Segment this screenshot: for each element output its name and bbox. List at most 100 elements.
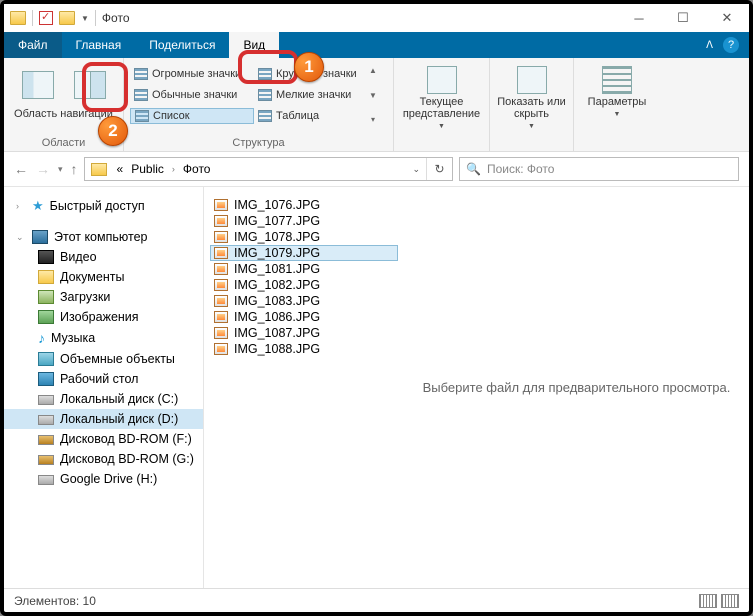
tree-desktop[interactable]: Рабочий стол xyxy=(4,369,203,389)
file-name: IMG_1076.JPG xyxy=(234,198,320,212)
help-icon[interactable]: ? xyxy=(723,37,739,53)
layout-icon xyxy=(258,110,272,122)
tree-music[interactable]: ♪Музыка xyxy=(4,327,203,349)
file-item[interactable]: IMG_1081.JPG xyxy=(210,261,398,277)
tab-share[interactable]: Поделиться xyxy=(135,32,229,58)
layout-list[interactable]: Список xyxy=(130,108,254,124)
separator xyxy=(32,10,33,26)
nav-up-button[interactable]: ↑ xyxy=(71,161,78,177)
image-file-icon xyxy=(214,343,228,355)
view-details-button[interactable] xyxy=(699,594,717,608)
tree-pictures[interactable]: Изображения xyxy=(4,307,203,327)
tree-downloads[interactable]: Загрузки xyxy=(4,287,203,307)
tree-documents[interactable]: Документы xyxy=(4,267,203,287)
file-name: IMG_1088.JPG xyxy=(234,342,320,356)
tree-drive-c[interactable]: Локальный диск (C:) xyxy=(4,389,203,409)
chevron-right-icon[interactable]: › xyxy=(168,164,179,174)
annotation-badge-1: 1 xyxy=(294,52,324,82)
preview-pane-button[interactable] xyxy=(66,64,114,106)
disc-icon xyxy=(38,455,54,465)
file-list[interactable]: IMG_1076.JPGIMG_1077.JPGIMG_1078.JPGIMG_… xyxy=(204,187,404,588)
file-item[interactable]: IMG_1082.JPG xyxy=(210,277,398,293)
tree-3dobjects[interactable]: Объемные объекты xyxy=(4,349,203,369)
preview-empty-text: Выберите файл для предварительного просм… xyxy=(423,380,731,395)
tree-gdrive[interactable]: Google Drive (H:) xyxy=(4,469,203,489)
tree-drive-d[interactable]: Локальный диск (D:) xyxy=(4,409,203,429)
file-name: IMG_1077.JPG xyxy=(234,214,320,228)
search-input[interactable]: 🔍 Поиск: Фото xyxy=(459,157,739,181)
tab-home[interactable]: Главная xyxy=(62,32,136,58)
image-file-icon xyxy=(214,295,228,307)
current-view-icon xyxy=(427,66,457,94)
tree-bd-g[interactable]: Дисковод BD-ROM (G:) xyxy=(4,449,203,469)
file-name: IMG_1083.JPG xyxy=(234,294,320,308)
image-file-icon xyxy=(214,263,228,275)
file-name: IMG_1078.JPG xyxy=(234,230,320,244)
qat-dropdown-icon[interactable]: ▼ xyxy=(81,14,89,23)
file-name: IMG_1087.JPG xyxy=(234,326,320,340)
preview-pane: Выберите файл для предварительного просм… xyxy=(404,187,749,588)
file-item[interactable]: IMG_1083.JPG xyxy=(210,293,398,309)
layout-medium[interactable]: Обычные значки xyxy=(130,88,254,102)
file-item[interactable]: IMG_1077.JPG xyxy=(210,213,398,229)
address-bar-row: ← → ▾ ↑ « Public › Фото ⌄ ↻ 🔍 Поиск: Фот… xyxy=(4,152,749,186)
tree-quickaccess[interactable]: ›★Быстрый доступ xyxy=(4,195,203,217)
breadcrumb-item[interactable]: Фото xyxy=(179,162,215,176)
file-item[interactable]: IMG_1076.JPG xyxy=(210,197,398,213)
minimize-button[interactable]: ─ xyxy=(617,4,661,32)
file-item[interactable]: IMG_1088.JPG xyxy=(210,341,398,357)
nav-tree[interactable]: ›★Быстрый доступ ⌄Этот компьютер Видео Д… xyxy=(4,187,204,588)
layout-icon xyxy=(135,110,149,122)
close-button[interactable]: ✕ xyxy=(705,4,749,32)
image-file-icon xyxy=(214,327,228,339)
dropdown-icon: ▼ xyxy=(614,111,621,118)
dropdown-icon: ▼ xyxy=(528,123,535,130)
nav-back-button[interactable]: ← xyxy=(14,161,28,177)
address-dropdown-icon[interactable]: ⌄ xyxy=(406,164,426,175)
annotation-badge-2: 2 xyxy=(98,116,128,146)
nav-forward-button[interactable]: → xyxy=(36,161,50,177)
qat-newfolder-icon[interactable] xyxy=(59,11,75,25)
layout-scrollbar[interactable]: ▲▼▾ xyxy=(366,66,380,124)
folder-icon xyxy=(38,270,54,284)
tree-thispc[interactable]: ⌄Этот компьютер xyxy=(4,227,203,247)
dropdown-icon: ▼ xyxy=(438,123,445,130)
refresh-button[interactable]: ↻ xyxy=(426,158,452,180)
view-thumbnails-button[interactable] xyxy=(721,594,739,608)
maximize-button[interactable]: ☐ xyxy=(661,4,705,32)
collapse-ribbon-icon[interactable]: ᐱ xyxy=(706,40,713,51)
file-item[interactable]: IMG_1079.JPG xyxy=(210,245,398,261)
tab-file[interactable]: Файл xyxy=(4,32,62,58)
layout-icon xyxy=(134,89,148,101)
file-item[interactable]: IMG_1086.JPG xyxy=(210,309,398,325)
layout-icon xyxy=(258,68,272,80)
current-view-button[interactable]: Текущее представление ▼ xyxy=(405,62,479,130)
navigation-pane-button[interactable] xyxy=(14,64,62,106)
breadcrumb-item[interactable]: Public xyxy=(127,162,168,176)
pictures-icon xyxy=(38,310,54,324)
breadcrumb-prefix: « xyxy=(113,162,128,176)
star-icon: ★ xyxy=(32,198,44,214)
group-label-panes: Области xyxy=(42,135,86,151)
layout-icon xyxy=(258,89,272,101)
show-hide-button[interactable]: Показать или скрыть ▼ xyxy=(495,62,569,130)
tree-bd-f[interactable]: Дисковод BD-ROM (F:) xyxy=(4,429,203,449)
layout-small[interactable]: Мелкие значки xyxy=(254,88,366,102)
main-area: ›★Быстрый доступ ⌄Этот компьютер Видео Д… xyxy=(4,186,749,588)
nav-recent-dropdown[interactable]: ▾ xyxy=(58,164,63,175)
image-file-icon xyxy=(214,311,228,323)
folder-icon xyxy=(91,163,107,176)
qat-properties-icon[interactable] xyxy=(39,11,53,25)
tab-view[interactable]: Вид xyxy=(229,32,279,58)
navigation-pane-icon xyxy=(22,71,54,99)
file-name: IMG_1081.JPG xyxy=(234,262,320,276)
layout-details[interactable]: Таблица xyxy=(254,109,366,123)
options-button[interactable]: Параметры ▼ xyxy=(580,62,654,118)
file-item[interactable]: IMG_1078.JPG xyxy=(210,229,398,245)
tree-video[interactable]: Видео xyxy=(4,247,203,267)
file-item[interactable]: IMG_1087.JPG xyxy=(210,325,398,341)
address-bar[interactable]: « Public › Фото ⌄ ↻ xyxy=(84,157,453,181)
layout-extralarge[interactable]: Огромные значки xyxy=(130,67,254,81)
explorer-window: ▼ Фото ─ ☐ ✕ Файл Главная Поделиться Вид… xyxy=(0,0,753,616)
music-icon: ♪ xyxy=(38,330,45,346)
